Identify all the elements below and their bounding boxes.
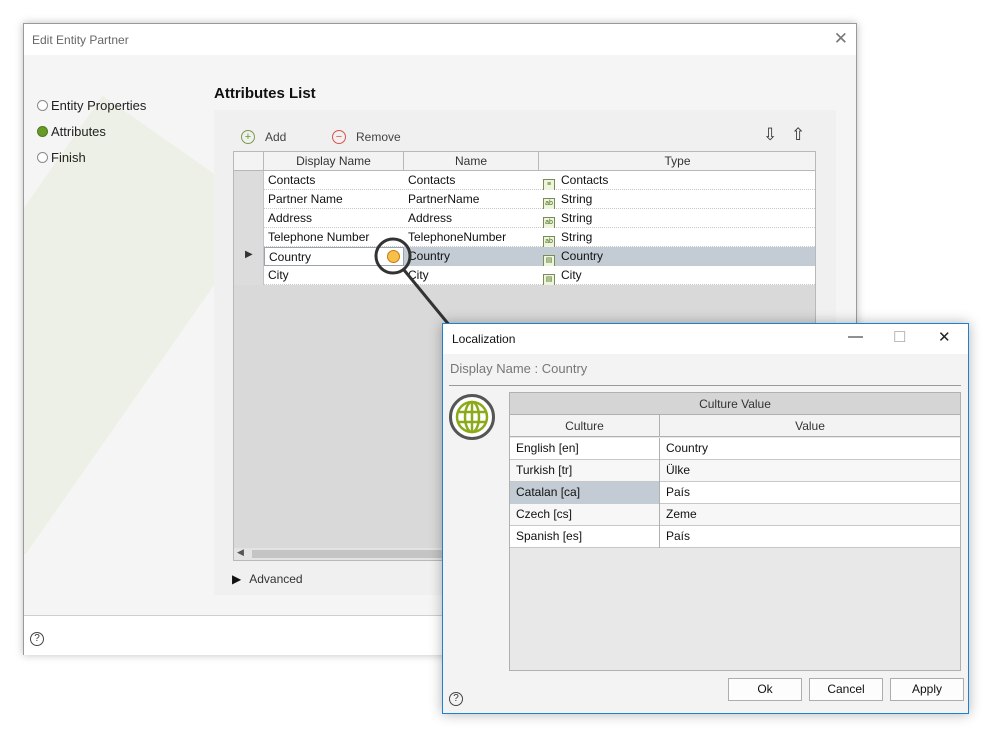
globe-icon (449, 394, 495, 440)
table-row[interactable]: English [en] Country (510, 438, 960, 460)
culture-value-grid: Culture Value Culture Value English [en]… (509, 392, 961, 671)
table-row-selected[interactable]: Catalan [ca] País (510, 482, 960, 504)
culture-cell[interactable]: Spanish [es] (510, 526, 660, 548)
value-cell[interactable]: País (660, 482, 960, 504)
value-cell[interactable]: Ülke (660, 460, 960, 482)
value-cell[interactable]: País (660, 526, 960, 548)
maximize-icon[interactable]: ☐ (893, 328, 906, 346)
culture-cell[interactable]: English [en] (510, 438, 660, 460)
close-icon[interactable]: ✕ (938, 328, 951, 346)
culture-cell-selected[interactable]: Catalan [ca] (510, 482, 660, 504)
grid-header: Culture Value (510, 415, 960, 437)
dialog-title: Localization (452, 332, 516, 346)
localization-dialog: Localization — ☐ ✕ Display Name : Countr… (442, 323, 969, 714)
value-cell[interactable]: Country (660, 438, 960, 460)
cancel-button[interactable]: Cancel (809, 678, 883, 701)
apply-button[interactable]: Apply (890, 678, 964, 701)
title-bar: Localization — ☐ ✕ (443, 324, 968, 354)
culture-cell[interactable]: Turkish [tr] (510, 460, 660, 482)
minimize-icon[interactable]: — (848, 328, 863, 345)
column-header[interactable]: Culture (510, 415, 660, 437)
culture-cell[interactable]: Czech [cs] (510, 504, 660, 526)
value-cell[interactable]: Zeme (660, 504, 960, 526)
table-row[interactable]: Turkish [tr] Ülke (510, 460, 960, 482)
ok-button[interactable]: Ok (728, 678, 802, 701)
table-row[interactable]: Czech [cs] Zeme (510, 504, 960, 526)
column-header[interactable]: Value (660, 415, 960, 437)
table-row[interactable]: Spanish [es] País (510, 526, 960, 548)
band-header: Culture Value (510, 393, 960, 415)
callout-circle (374, 237, 412, 275)
help-icon[interactable]: ? (449, 692, 463, 706)
divider (449, 385, 961, 386)
display-name-subtitle: Display Name : Country (450, 361, 588, 376)
